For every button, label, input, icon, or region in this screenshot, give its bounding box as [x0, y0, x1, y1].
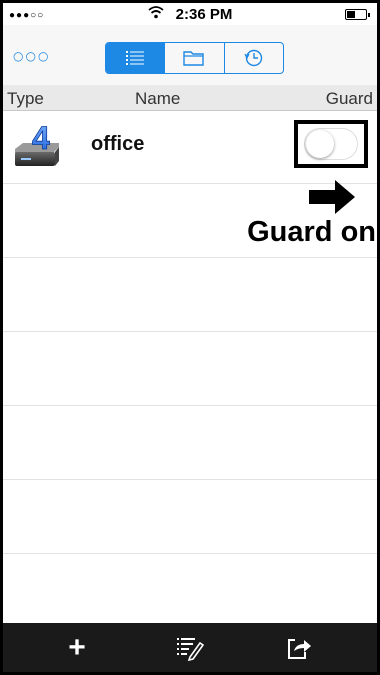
segment-list[interactable] — [106, 43, 165, 73]
add-button[interactable]: + — [47, 623, 107, 672]
arrow-right-icon — [309, 180, 355, 214]
table-row-empty — [3, 554, 377, 627]
folder-icon — [183, 51, 205, 66]
share-icon — [288, 638, 311, 659]
edit-list-button[interactable] — [160, 623, 220, 672]
column-header-name: Name — [135, 89, 181, 108]
nav-bar: ○○○ — [3, 25, 377, 85]
device-icon: 4 — [15, 120, 59, 166]
device-name: office — [91, 133, 145, 155]
edit-list-icon — [177, 637, 204, 661]
table-header: Type Name Guard — [3, 85, 377, 111]
column-header-guard: Guard — [325, 89, 373, 108]
more-options-button[interactable]: ○○○ — [13, 49, 50, 63]
status-bar: ●●●○○ 2:36 PM — [3, 3, 377, 25]
table-row-empty — [3, 332, 377, 406]
guard-on-annotation: Guard on — [247, 216, 376, 248]
device-number: 4 — [32, 120, 50, 156]
list-icon — [126, 51, 145, 65]
column-header-type: Type — [7, 89, 44, 108]
share-button[interactable] — [269, 623, 329, 672]
table-row-empty — [3, 480, 377, 554]
segment-folder[interactable] — [164, 43, 223, 73]
status-time: 2:36 PM — [175, 6, 233, 23]
toggle-knob — [306, 130, 334, 158]
table-row-empty — [3, 258, 377, 332]
battery-icon — [345, 9, 370, 20]
screen-frame: ●●●○○ 2:36 PM ○○○ Type Name Guard 4 offi… — [0, 0, 380, 675]
segment-history[interactable] — [223, 43, 283, 73]
guard-toggle[interactable] — [304, 128, 358, 160]
bottom-toolbar: + — [3, 623, 377, 672]
view-segmented-control — [105, 42, 284, 74]
guard-toggle-highlight — [294, 120, 368, 168]
table-row-empty — [3, 406, 377, 480]
history-icon — [244, 49, 263, 67]
table-row[interactable]: 4 office — [3, 110, 377, 184]
